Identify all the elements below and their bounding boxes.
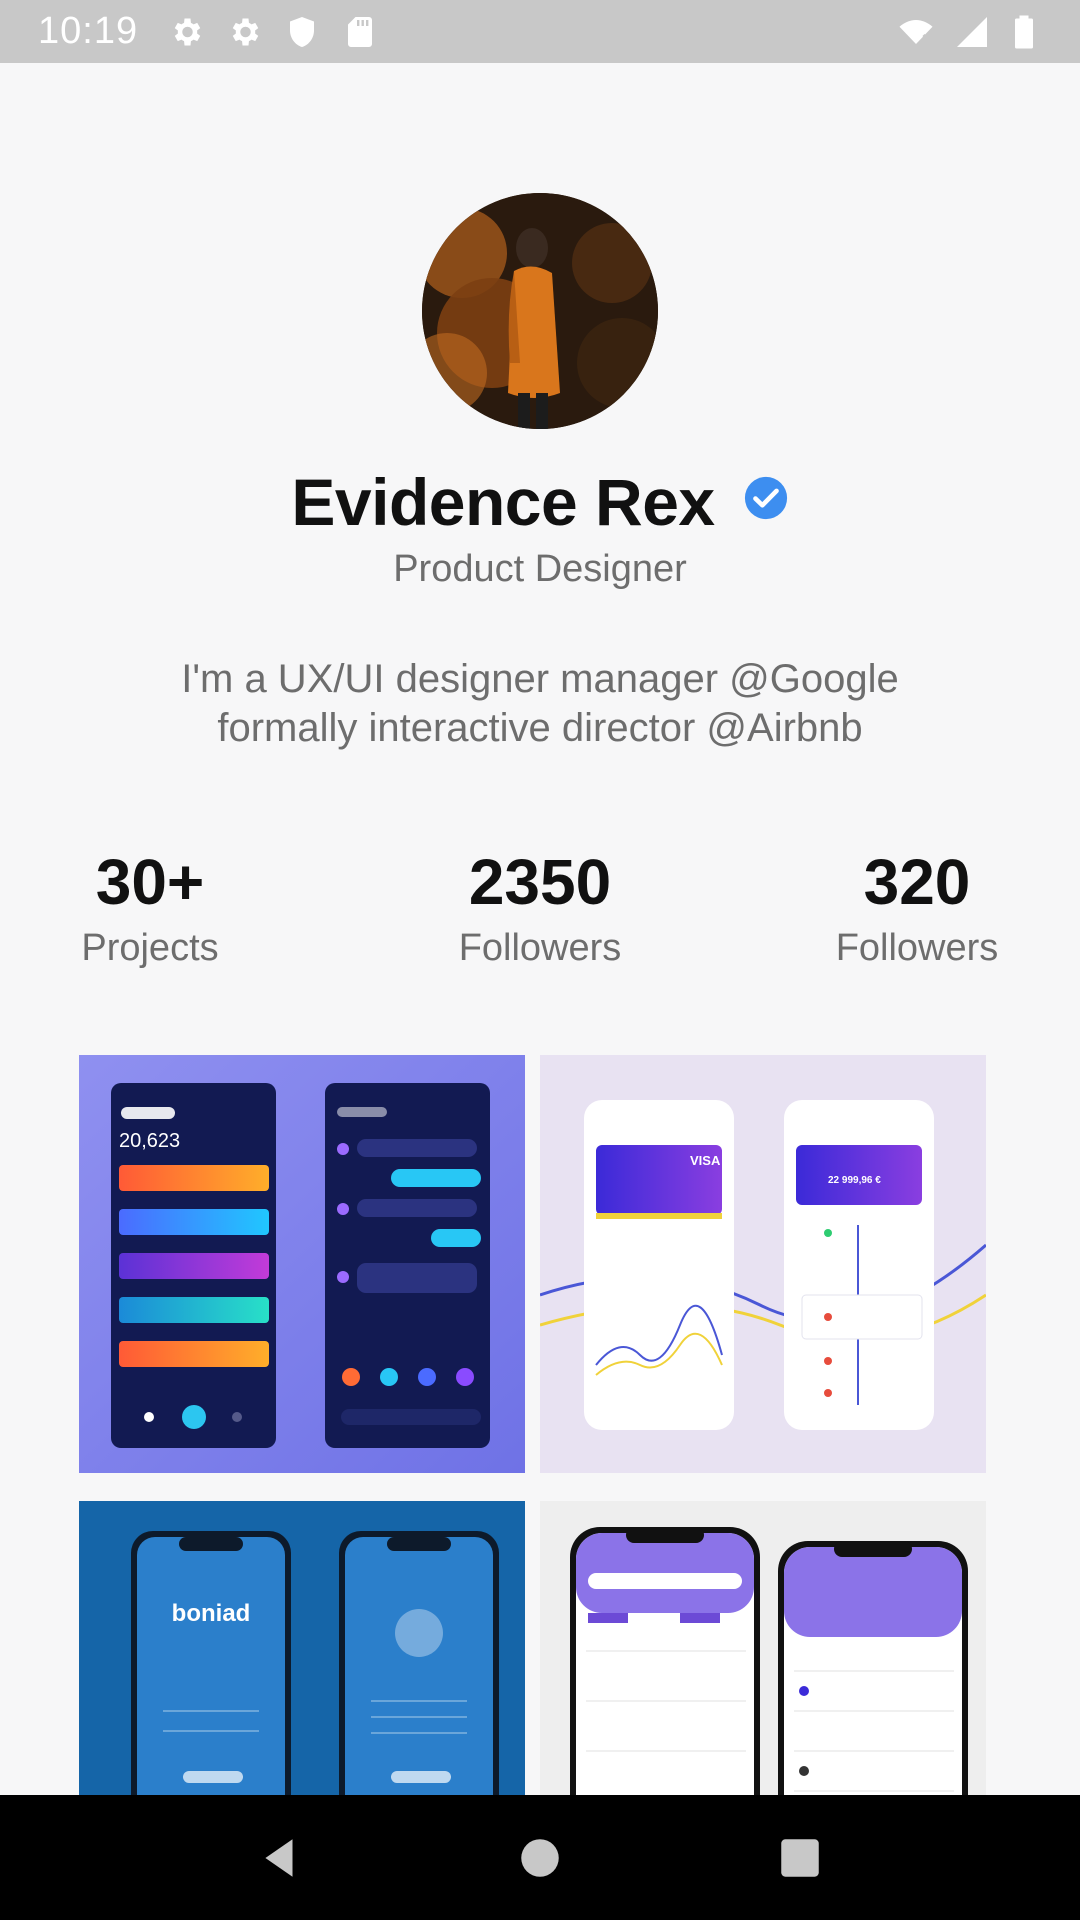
system-nav-bar — [0, 1795, 1080, 1920]
gallery-tile-finance[interactable]: VISA 22 999,96 € — [540, 1055, 986, 1473]
status-bar: 10:19 — [0, 0, 1080, 63]
cellular-signal-icon — [954, 14, 990, 50]
wifi-icon — [894, 14, 938, 50]
stat-value: 30+ — [95, 846, 205, 918]
back-button[interactable] — [240, 1818, 320, 1898]
project-gallery: 20,623 VISA 22 999,96 € boniad — [79, 1055, 986, 1795]
profile-bio: I'm a UX/UI designer manager @Google for… — [0, 655, 1080, 753]
bio-line: formally interactive director @Airbnb — [217, 706, 863, 750]
profile-name: Evidence Rex — [291, 465, 715, 539]
name-row: Evidence Rex — [0, 462, 1080, 542]
shield-icon — [284, 14, 320, 50]
home-icon — [521, 1838, 559, 1877]
profile-screen: 10:19 Evidence Rex Product Designer I'm … — [0, 0, 1080, 1920]
avatar[interactable] — [422, 193, 658, 429]
wallet-balance: 20,623 — [119, 1130, 180, 1152]
back-icon — [265, 1838, 293, 1877]
home-button[interactable] — [500, 1818, 580, 1898]
stat-label: Followers — [458, 927, 622, 969]
stats-row: 30+ Projects 2350 Followers 320 Follower… — [0, 845, 1080, 975]
card-amount: 22 999,96 € — [828, 1175, 881, 1186]
stat-value: 2350 — [468, 846, 612, 918]
battery-icon — [1006, 14, 1042, 50]
avatar-photo — [422, 193, 658, 429]
stat-following[interactable]: 320 Followers — [787, 845, 1047, 970]
verified-icon — [744, 476, 787, 520]
gallery-tile-flights[interactable] — [540, 1501, 986, 1795]
stat-value: 320 — [863, 846, 971, 918]
stat-label: Projects — [81, 927, 219, 969]
profile-role: Product Designer — [393, 548, 687, 590]
stat-followers[interactable]: 2350 Followers — [410, 845, 670, 970]
gallery-tile-boniad[interactable]: boniad — [79, 1501, 525, 1795]
card-brand: VISA — [690, 1153, 721, 1168]
settings-icon — [226, 14, 262, 50]
recents-icon — [781, 1838, 819, 1877]
bio-line: I'm a UX/UI designer manager @Google — [181, 657, 899, 701]
status-time: 10:19 — [38, 10, 139, 52]
sd-card-icon — [342, 14, 378, 50]
stat-projects[interactable]: 30+ Projects — [20, 845, 280, 970]
settings-icon — [168, 14, 204, 50]
recents-button[interactable] — [760, 1818, 840, 1898]
stat-label: Followers — [835, 927, 999, 969]
boniad-brand: boniad — [172, 1600, 251, 1627]
gallery-tile-wallet[interactable]: 20,623 — [79, 1055, 525, 1473]
